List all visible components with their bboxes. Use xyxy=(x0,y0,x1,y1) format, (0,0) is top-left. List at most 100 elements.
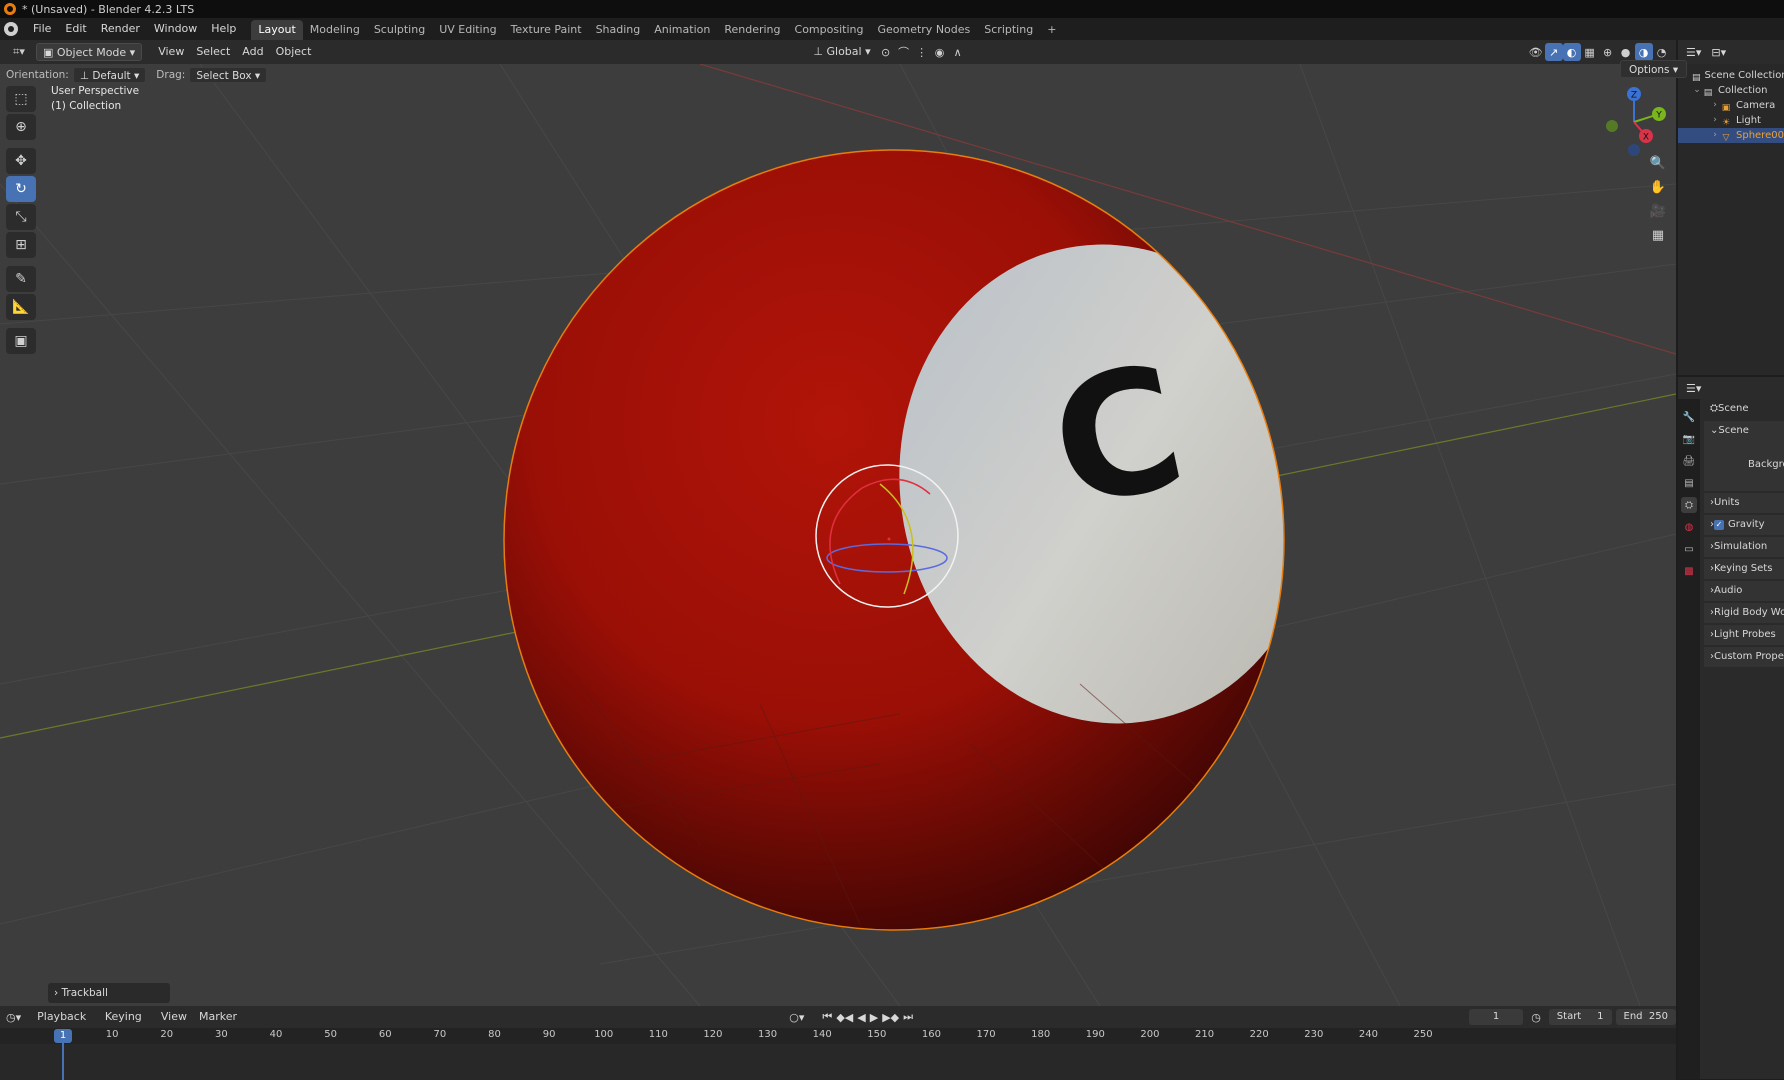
outliner-filter-icon[interactable]: ⊟▾ xyxy=(1711,46,1726,59)
annotate-tool-icon[interactable]: ✎ xyxy=(6,266,36,292)
custom-properties-panel[interactable]: › Custom Proper xyxy=(1704,647,1784,667)
operator-panel-trackball[interactable]: › Trackball xyxy=(48,983,170,1003)
gizmo-neg-z[interactable] xyxy=(1628,144,1640,156)
jump-to-keyframe-next-icon[interactable]: ▶◆ xyxy=(882,1011,899,1024)
transform-orientation-dropdown[interactable]: ⊥ Global ▾ xyxy=(807,43,876,61)
outliner-scene-collection[interactable]: ▤ Scene Collection xyxy=(1678,68,1784,83)
tab-rendering[interactable]: Rendering xyxy=(717,20,787,40)
tab-scripting[interactable]: Scripting xyxy=(977,20,1040,40)
billiard-ball[interactable]: C xyxy=(503,149,1351,931)
move-tool-icon[interactable]: ✥ xyxy=(6,148,36,174)
units-panel[interactable]: › Units xyxy=(1704,493,1784,513)
menu-view[interactable]: View xyxy=(152,43,190,61)
cursor-tool-icon[interactable]: ⊕ xyxy=(6,114,36,140)
mode-dropdown[interactable]: ▣ Object Mode ▾ xyxy=(36,43,143,61)
jump-to-start-icon[interactable]: ⏮ xyxy=(822,1010,832,1024)
collection-tab-icon[interactable]: ▭ xyxy=(1681,541,1697,557)
playhead[interactable]: 1 xyxy=(54,1029,72,1043)
drag-dropdown[interactable]: Select Box ▾ xyxy=(189,67,268,83)
scene-tab-icon[interactable]: ⛭ xyxy=(1681,497,1697,513)
start-frame-field[interactable]: Start 1 xyxy=(1548,1009,1612,1025)
menu-playback[interactable]: Playback ▾ xyxy=(31,1008,99,1041)
outliner-item-light[interactable]: › ☀ Light xyxy=(1678,113,1784,128)
timeline-editor-icon[interactable]: ◷▾ xyxy=(6,1011,21,1024)
end-frame-field[interactable]: End 250 xyxy=(1615,1009,1676,1025)
add-workspace-button[interactable]: + xyxy=(1040,20,1063,40)
falloff-icon[interactable]: ∧ xyxy=(949,43,967,61)
scene-panel-header[interactable]: ⌄ Scene xyxy=(1704,421,1784,441)
pivot-icon[interactable]: ⊙ xyxy=(877,43,895,61)
tab-texture-paint[interactable]: Texture Paint xyxy=(504,20,589,40)
background-field[interactable]: Backgro xyxy=(1704,455,1784,475)
timeline[interactable]: 10 20 30 40 50 60 70 80 90 100 110 120 130 140 150 160 1… xyxy=(0,1028,1676,1080)
tab-shading[interactable]: Shading xyxy=(589,20,648,40)
tab-layout[interactable]: Layout xyxy=(251,20,303,40)
orientation-dropdown[interactable]: ⊥ Default ▾ xyxy=(72,67,147,83)
camera-view-icon[interactable]: 🎥 xyxy=(1645,200,1671,222)
tab-compositing[interactable]: Compositing xyxy=(788,20,871,40)
scale-tool-icon[interactable]: ⤡ xyxy=(6,204,36,230)
transform-tool-icon[interactable]: ⊞ xyxy=(6,232,36,258)
menu-marker[interactable]: Marker xyxy=(193,1008,243,1026)
snap-target-icon[interactable]: ⋮ xyxy=(913,43,931,61)
snap-icon[interactable]: ⌒ xyxy=(895,43,913,61)
outliner-collection[interactable]: ⌄ ▤ Collection xyxy=(1678,83,1784,98)
tab-modeling[interactable]: Modeling xyxy=(303,20,367,40)
navigation-gizmo[interactable]: Z Y X xyxy=(1598,86,1670,158)
zoom-icon[interactable]: 🔍 xyxy=(1645,152,1671,174)
menu-help[interactable]: Help xyxy=(204,18,243,40)
play-reverse-icon[interactable]: ◀ xyxy=(857,1011,865,1024)
play-icon[interactable]: ▶ xyxy=(870,1011,878,1024)
outliner-item-camera[interactable]: › ▣ Camera xyxy=(1678,98,1784,113)
menu-window[interactable]: Window xyxy=(147,18,204,40)
proportional-edit-icon[interactable]: ◉ xyxy=(931,43,949,61)
preview-range-icon[interactable]: ◷ xyxy=(1531,1011,1541,1024)
menu-file[interactable]: File xyxy=(26,18,58,40)
menu-object[interactable]: Object xyxy=(270,43,318,61)
keying-sets-panel[interactable]: › Keying Sets xyxy=(1704,559,1784,579)
chevron-down-icon[interactable]: ⌄ xyxy=(1692,83,1702,98)
tool-tab-icon[interactable]: 🔧 xyxy=(1681,409,1697,425)
select-box-tool-icon[interactable]: ⬚ xyxy=(6,86,36,112)
menu-render[interactable]: Render xyxy=(94,18,147,40)
overlay-toggle-icon[interactable]: ◐ xyxy=(1562,43,1581,61)
outliner-editor-icon[interactable]: ☰▾ xyxy=(1686,46,1701,59)
current-frame-field[interactable]: 1 xyxy=(1468,1009,1524,1025)
tab-uv-editing[interactable]: UV Editing xyxy=(432,20,503,40)
gizmo-neg-y[interactable] xyxy=(1606,120,1618,132)
chevron-right-icon[interactable]: › xyxy=(1710,113,1720,128)
material-shading-icon[interactable]: ◑ xyxy=(1634,43,1653,61)
simulation-panel[interactable]: › Simulation xyxy=(1704,537,1784,557)
gravity-panel[interactable]: › ✓ Gravity xyxy=(1704,515,1784,535)
timeline-ruler[interactable]: 10 20 30 40 50 60 70 80 90 100 110 120 130 140 150 160 1… xyxy=(0,1028,1676,1044)
add-cube-tool-icon[interactable]: ▣ xyxy=(6,328,36,354)
chevron-right-icon[interactable]: › xyxy=(1710,128,1720,143)
gravity-checkbox[interactable]: ✓ xyxy=(1714,520,1724,530)
tab-animation[interactable]: Animation xyxy=(647,20,717,40)
menu-add[interactable]: Add xyxy=(236,43,269,61)
jump-to-keyframe-prev-icon[interactable]: ◆◀ xyxy=(836,1011,853,1024)
render-tab-icon[interactable]: 📷 xyxy=(1681,431,1697,447)
rotate-tool-icon[interactable]: ↻ xyxy=(6,176,36,202)
chevron-right-icon[interactable]: › xyxy=(1710,98,1720,113)
menu-select[interactable]: Select xyxy=(190,43,236,61)
visibility-icon[interactable]: 👁 xyxy=(1527,43,1545,61)
menu-timeline-view[interactable]: View xyxy=(155,1008,193,1026)
rigid-body-world-panel[interactable]: › Rigid Body Wor xyxy=(1704,603,1784,623)
perspective-toggle-icon[interactable]: ▦ xyxy=(1645,224,1671,246)
measure-tool-icon[interactable]: 📐 xyxy=(6,294,36,320)
jump-to-end-icon[interactable]: ⏭ xyxy=(903,1010,913,1024)
pan-hand-icon[interactable]: ✋ xyxy=(1645,176,1671,198)
menu-edit[interactable]: Edit xyxy=(58,18,93,40)
audio-panel[interactable]: › Audio xyxy=(1704,581,1784,601)
xray-icon[interactable]: ▦ xyxy=(1581,43,1599,61)
output-tab-icon[interactable]: 🖨 xyxy=(1681,453,1697,469)
menu-keying[interactable]: Keying ▾ xyxy=(99,1008,155,1041)
blender-menu-icon[interactable] xyxy=(4,22,18,36)
outliner-item-sphere[interactable]: › ▽ Sphere00 xyxy=(1678,128,1784,143)
tab-sculpting[interactable]: Sculpting xyxy=(367,20,432,40)
texture-tab-icon[interactable]: ▩ xyxy=(1681,563,1697,579)
light-probes-panel[interactable]: › Light Probes xyxy=(1704,625,1784,645)
solid-shading-icon[interactable]: ● xyxy=(1617,43,1635,61)
properties-editor-icon[interactable]: ☰▾ xyxy=(1686,382,1701,395)
